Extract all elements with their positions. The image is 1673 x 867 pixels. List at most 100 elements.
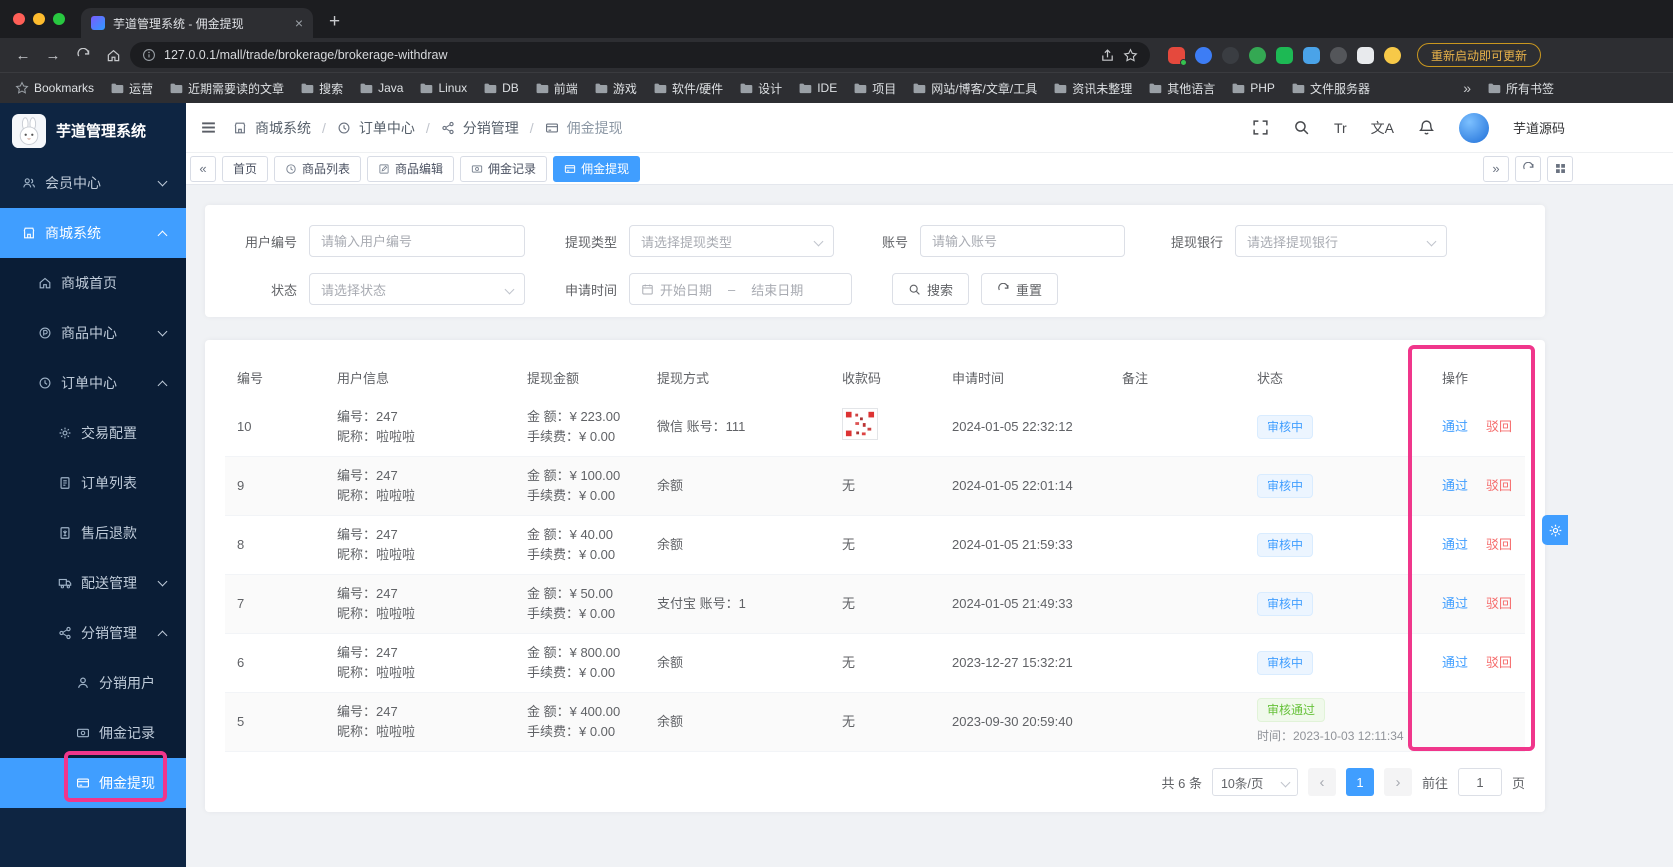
bookmark-folder[interactable]: 搜索 — [293, 77, 350, 99]
extension-icon-3[interactable] — [1222, 46, 1239, 64]
account-input[interactable] — [920, 225, 1125, 257]
sidebar-item-member-center[interactable]: 会员中心 — [0, 158, 186, 208]
bookmark-folder[interactable]: IDE — [791, 77, 844, 99]
page-tab-product-edit[interactable]: 商品编辑 — [367, 155, 455, 182]
browser-profile-avatar[interactable] — [1384, 46, 1401, 64]
reject-link[interactable]: 驳回 — [1486, 594, 1512, 614]
share-icon[interactable] — [1100, 48, 1115, 63]
bookmark-folder[interactable]: 网站/博客/文章/工具 — [905, 77, 1044, 99]
page-tab-commission-withdrawal[interactable]: 佣金提现 — [553, 155, 641, 182]
font-size-icon[interactable]: Tr — [1334, 120, 1347, 136]
approve-link[interactable]: 通过 — [1442, 476, 1468, 496]
reject-link[interactable]: 驳回 — [1486, 535, 1512, 555]
bookmark-folder[interactable]: 资讯未整理 — [1046, 77, 1139, 99]
tabs-scroll-left-button[interactable]: « — [190, 155, 216, 182]
previous-page-button[interactable]: ‹ — [1307, 768, 1336, 796]
sidebar-item-delivery-management[interactable]: 配送管理 — [0, 558, 186, 608]
approve-link[interactable]: 通过 — [1442, 535, 1468, 555]
sidebar-item-mall-home[interactable]: 商城首页 — [0, 258, 186, 308]
extension-icon-6[interactable] — [1303, 46, 1320, 64]
bookmark-folder[interactable]: 其他语言 — [1141, 77, 1222, 99]
extension-icon-4[interactable] — [1249, 46, 1266, 64]
bookmark-folder[interactable]: DB — [476, 77, 526, 99]
bookmark-folder[interactable]: Linux — [412, 77, 474, 99]
sidebar-item-mall-system[interactable]: 商城系统 — [0, 208, 186, 258]
bookmark-folder[interactable]: 前端 — [528, 77, 585, 99]
sidebar-item-order-list[interactable]: 订单列表 — [0, 458, 186, 508]
search-button[interactable]: 搜索 — [892, 273, 970, 305]
sidebar-item-distribution-users[interactable]: 分销用户 — [0, 658, 186, 708]
tabs-scroll-right-button[interactable]: » — [1483, 155, 1509, 182]
bookmarks-overflow-button[interactable]: » — [1456, 77, 1478, 99]
breadcrumb-item[interactable]: 分销管理 — [463, 118, 519, 138]
sidebar-item-commission-records[interactable]: 佣金记录 — [0, 708, 186, 758]
extension-icon-2[interactable] — [1195, 46, 1212, 64]
fullscreen-icon[interactable] — [1252, 119, 1269, 136]
username[interactable]: 芋道源码 — [1513, 118, 1565, 137]
back-button[interactable]: ← — [10, 47, 36, 64]
reset-button[interactable]: 重置 — [981, 273, 1059, 305]
bookmark-folder[interactable]: 运营 — [103, 77, 160, 99]
extension-icon-8[interactable] — [1357, 46, 1374, 64]
address-bar[interactable]: 127.0.0.1/mall/trade/brokerage/brokerage… — [130, 42, 1150, 68]
withdraw-type-select[interactable]: 请选择提现类型 — [629, 225, 834, 257]
reload-button[interactable] — [70, 47, 96, 64]
bookmark-folder[interactable]: 项目 — [846, 77, 903, 99]
app-logo-row[interactable]: 芋道管理系统 — [0, 103, 186, 158]
sidebar-item-distribution-management[interactable]: 分销管理 — [0, 608, 186, 658]
browser-tab[interactable]: 芋道管理系统 - 佣金提现 × — [81, 8, 313, 38]
page-tab-home[interactable]: 首页 — [222, 155, 269, 182]
page-size-select[interactable]: 10条/页 — [1211, 768, 1298, 796]
bookmark-folder[interactable]: Java — [352, 77, 410, 99]
breadcrumb-item[interactable]: 商城系统 — [255, 118, 311, 138]
reject-link[interactable]: 驳回 — [1486, 476, 1512, 496]
apply-time-range-picker[interactable]: 开始日期 – 结束日期 — [629, 273, 852, 305]
extension-icon-5[interactable] — [1276, 46, 1293, 64]
approve-link[interactable]: 通过 — [1442, 417, 1468, 437]
pagination-goto-input[interactable] — [1457, 768, 1502, 796]
bookmark-folder[interactable]: 游戏 — [587, 77, 644, 99]
current-page-button[interactable]: 1 — [1345, 768, 1374, 796]
approve-link[interactable]: 通过 — [1442, 653, 1468, 673]
extension-icon-7[interactable] — [1330, 46, 1347, 64]
all-bookmarks-button[interactable]: 所有书签 — [1480, 77, 1561, 99]
bookmark-star-icon[interactable] — [1123, 48, 1138, 63]
sidebar-item-order-center[interactable]: 订单中心 — [0, 358, 186, 408]
tab-close-icon[interactable]: × — [295, 16, 303, 30]
page-tab-commission-records[interactable]: 佣金记录 — [460, 155, 548, 182]
user-no-input[interactable] — [309, 225, 525, 257]
bookmark-folder[interactable]: 文件服务器 — [1284, 77, 1377, 99]
settings-drawer-button[interactable] — [1542, 515, 1568, 545]
sidebar-item-after-sale-refund[interactable]: 售后退款 — [0, 508, 186, 558]
bookmark-folder[interactable]: 设计 — [732, 77, 789, 99]
home-button[interactable] — [100, 47, 126, 64]
new-tab-button[interactable]: + — [329, 11, 340, 33]
next-page-button[interactable]: › — [1383, 768, 1412, 796]
sidebar-item-commission-withdrawal[interactable]: 佣金提现 — [0, 758, 186, 808]
bookmark-folder[interactable]: 近期需要读的文章 — [162, 77, 291, 99]
bookmark-folder[interactable]: 软件/硬件 — [646, 77, 730, 99]
browser-update-button[interactable]: 重新启动即可更新 — [1417, 43, 1542, 67]
extension-icon-1[interactable] — [1168, 46, 1187, 66]
site-info-icon[interactable] — [142, 48, 156, 62]
macos-fullscreen-button[interactable] — [53, 13, 65, 25]
status-select[interactable]: 请选择状态 — [309, 273, 525, 305]
sidebar-item-product-center[interactable]: 商品中心 — [0, 308, 186, 358]
macos-close-button[interactable] — [13, 13, 25, 25]
search-icon[interactable] — [1293, 119, 1310, 136]
language-icon[interactable]: 文A — [1371, 118, 1394, 138]
withdraw-bank-select[interactable]: 请选择提现银行 — [1235, 225, 1447, 257]
reject-link[interactable]: 驳回 — [1486, 417, 1512, 437]
layout-grid-button[interactable] — [1547, 155, 1573, 182]
reject-link[interactable]: 驳回 — [1486, 653, 1512, 673]
collapse-sidebar-button[interactable] — [200, 119, 217, 137]
page-tab-product-list[interactable]: 商品列表 — [274, 155, 362, 182]
payment-qr-code[interactable] — [842, 408, 878, 440]
macos-minimize-button[interactable] — [33, 13, 45, 25]
refresh-page-button[interactable] — [1515, 155, 1541, 182]
forward-button[interactable]: → — [40, 47, 66, 64]
sidebar-item-trade-config[interactable]: 交易配置 — [0, 408, 186, 458]
approve-link[interactable]: 通过 — [1442, 594, 1468, 614]
bell-icon[interactable] — [1418, 119, 1435, 136]
breadcrumb-item[interactable]: 订单中心 — [359, 118, 415, 138]
